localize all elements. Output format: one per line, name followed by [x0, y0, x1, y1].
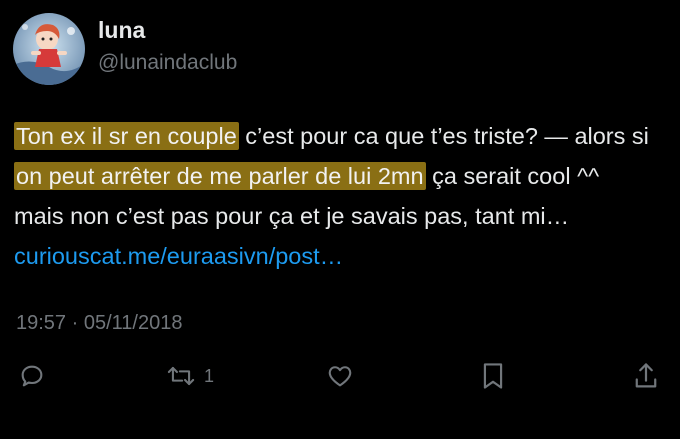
avatar[interactable] — [13, 13, 85, 85]
reply-icon — [21, 365, 43, 387]
tweet-link[interactable]: curiouscat.me/euraasivn/post… — [14, 243, 343, 269]
highlighted-text: on peut arrêter de me parler de lui 2mn — [14, 162, 426, 190]
heart-icon — [328, 366, 352, 387]
display-name[interactable]: luna — [98, 17, 145, 44]
timestamp[interactable]: 19:57 · 05/11/2018 — [16, 312, 182, 335]
tweet-text-segment: c’est pour ca que t’es triste? — alors s… — [238, 123, 649, 149]
highlighted-text: Ton ex il sr en couple — [14, 122, 239, 150]
share-button[interactable] — [632, 358, 660, 394]
share-icon — [635, 363, 657, 388]
user-handle[interactable]: @lunaindaclub — [98, 51, 237, 75]
tweet-text: Ton ex il sr en couple c’est pour ca que… — [14, 116, 654, 276]
tweet[interactable]: luna @lunaindaclub Ton ex il sr en coupl… — [0, 0, 680, 439]
like-button[interactable] — [326, 358, 354, 394]
action-bar: 1 — [0, 358, 680, 398]
retweet-button[interactable]: 1 — [166, 358, 214, 394]
retweet-icon — [167, 366, 195, 386]
bookmark-icon — [483, 363, 503, 389]
retweet-count: 1 — [204, 365, 215, 386]
reply-button[interactable] — [18, 358, 46, 394]
anime-girl-avatar-icon — [13, 13, 85, 85]
bookmark-button[interactable] — [480, 358, 506, 394]
